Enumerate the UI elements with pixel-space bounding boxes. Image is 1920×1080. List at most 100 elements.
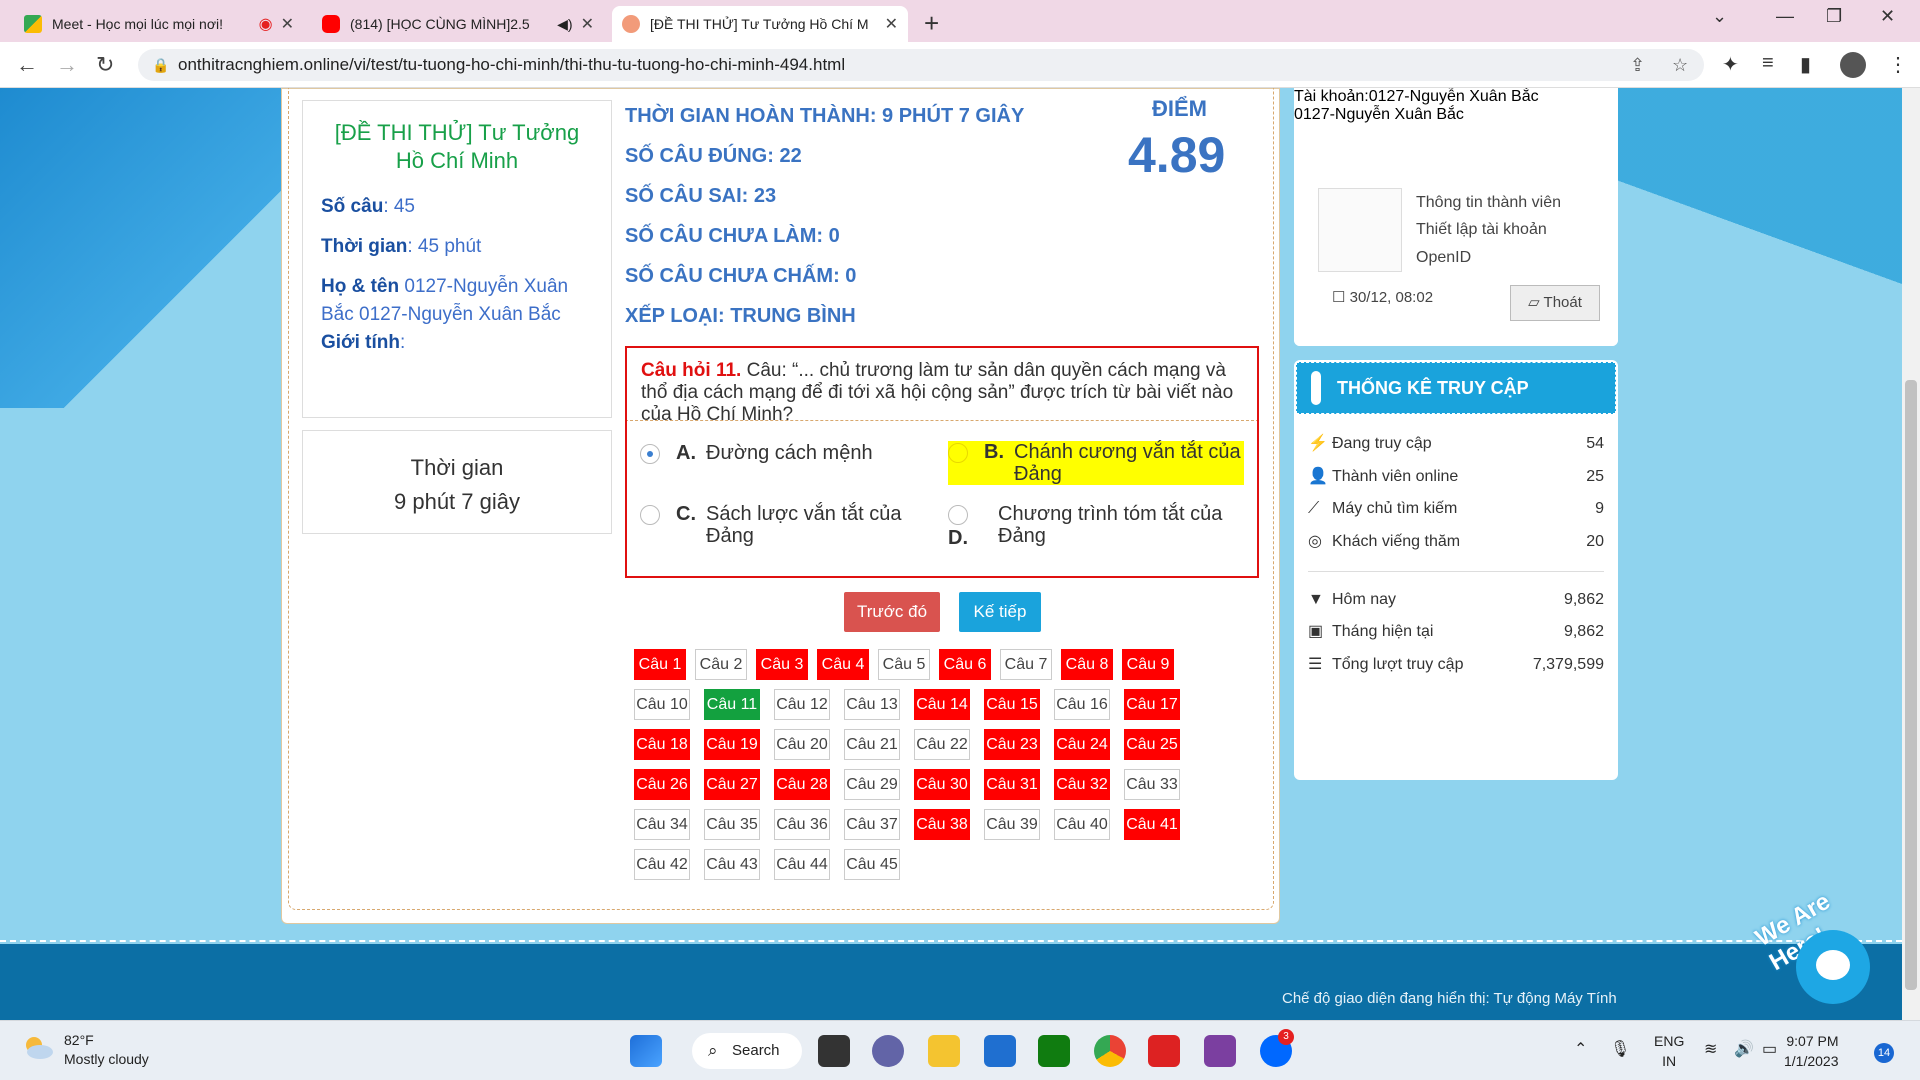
audio-icon[interactable]: ◀) bbox=[557, 16, 572, 33]
question-9-button[interactable]: Câu 9 bbox=[1122, 649, 1174, 680]
question-6-button[interactable]: Câu 6 bbox=[939, 649, 991, 680]
question-24-button[interactable]: Câu 24 bbox=[1054, 729, 1110, 760]
question-42-button[interactable]: Câu 42 bbox=[634, 849, 690, 880]
option-a[interactable]: A. Đường cách mệnh bbox=[640, 442, 930, 464]
radio-selected[interactable] bbox=[640, 444, 660, 464]
question-27-button[interactable]: Câu 27 bbox=[704, 769, 760, 800]
notification-badge[interactable]: 14 bbox=[1874, 1043, 1894, 1063]
wps-icon[interactable] bbox=[1148, 1035, 1180, 1067]
option-c[interactable]: C. Sách lược vắn tắt của Đảng bbox=[640, 503, 930, 547]
question-10-button[interactable]: Câu 10 bbox=[634, 689, 690, 720]
question-33-button[interactable]: Câu 33 bbox=[1124, 769, 1180, 800]
scrollbar-thumb[interactable] bbox=[1905, 380, 1917, 990]
member-info-link[interactable]: Thông tin thành viên bbox=[1416, 194, 1561, 212]
question-39-button[interactable]: Câu 39 bbox=[984, 809, 1040, 840]
new-tab-icon[interactable]: + bbox=[924, 8, 939, 39]
microphone-icon[interactable]: 🎙 bbox=[1610, 1039, 1630, 1059]
close-icon[interactable]: ✕ bbox=[281, 14, 294, 34]
start-icon[interactable] bbox=[630, 1035, 662, 1067]
question-1-button[interactable]: Câu 1 bbox=[634, 649, 686, 680]
show-hidden-icons[interactable]: ⌃ bbox=[1574, 1039, 1587, 1059]
question-36-button[interactable]: Câu 36 bbox=[774, 809, 830, 840]
question-21-button[interactable]: Câu 21 bbox=[844, 729, 900, 760]
chat-app-icon[interactable] bbox=[872, 1035, 904, 1067]
question-35-button[interactable]: Câu 35 bbox=[704, 809, 760, 840]
question-37-button[interactable]: Câu 37 bbox=[844, 809, 900, 840]
wifi-icon[interactable]: ≋ bbox=[1704, 1039, 1717, 1059]
question-32-button[interactable]: Câu 32 bbox=[1054, 769, 1110, 800]
question-31-button[interactable]: Câu 31 bbox=[984, 769, 1040, 800]
question-22-button[interactable]: Câu 22 bbox=[914, 729, 970, 760]
question-29-button[interactable]: Câu 29 bbox=[844, 769, 900, 800]
forward-icon[interactable]: → bbox=[56, 52, 78, 78]
chat-button[interactable] bbox=[1796, 930, 1870, 1004]
question-40-button[interactable]: Câu 40 bbox=[1054, 809, 1110, 840]
task-view-icon[interactable] bbox=[818, 1035, 850, 1067]
question-16-button[interactable]: Câu 16 bbox=[1054, 689, 1110, 720]
language-indicator[interactable]: ENG IN bbox=[1654, 1031, 1684, 1071]
logout-button[interactable]: ▱ Thoát bbox=[1510, 285, 1600, 321]
question-44-button[interactable]: Câu 44 bbox=[774, 849, 830, 880]
media-icon[interactable]: ≡ bbox=[1762, 52, 1774, 75]
next-button[interactable]: Kế tiếp bbox=[959, 592, 1041, 632]
tab-exam[interactable]: [ĐỀ THI THỬ] Tư Tưởng Hồ Chí M ✕ bbox=[612, 6, 908, 42]
file-explorer-icon[interactable] bbox=[928, 1035, 960, 1067]
question-3-button[interactable]: Câu 3 bbox=[756, 649, 808, 680]
option-b[interactable]: B. Chánh cương vắn tắt của Đảng bbox=[948, 441, 1244, 485]
volume-icon[interactable]: 🔊 bbox=[1734, 1039, 1754, 1059]
share-icon[interactable]: ⇪ bbox=[1630, 49, 1645, 81]
question-7-button[interactable]: Câu 7 bbox=[1000, 649, 1052, 680]
weather-widget[interactable]: 82°F Mostly cloudy bbox=[20, 1031, 149, 1069]
question-8-button[interactable]: Câu 8 bbox=[1061, 649, 1113, 680]
menu-icon[interactable]: ⋮ bbox=[1888, 52, 1908, 77]
mail-icon[interactable] bbox=[984, 1035, 1016, 1067]
question-38-button[interactable]: Câu 38 bbox=[914, 809, 970, 840]
chrome-icon[interactable] bbox=[1094, 1035, 1126, 1067]
clock[interactable]: 9:07 PM 1/1/2023 bbox=[1784, 1031, 1839, 1071]
extensions-icon[interactable]: ✦ bbox=[1722, 52, 1739, 77]
question-19-button[interactable]: Câu 19 bbox=[704, 729, 760, 760]
close-icon[interactable]: ✕ bbox=[885, 14, 898, 34]
question-15-button[interactable]: Câu 15 bbox=[984, 689, 1040, 720]
question-41-button[interactable]: Câu 41 bbox=[1124, 809, 1180, 840]
openid-link[interactable]: OpenID bbox=[1416, 249, 1471, 267]
tab-youtube[interactable]: (814) [HỌC CÙNG MÌNH]2.5 ◀) ✕ bbox=[312, 6, 604, 42]
minimize-icon[interactable]: — bbox=[1776, 6, 1794, 27]
tab-search-icon[interactable]: ⌄ bbox=[1712, 6, 1727, 27]
question-34-button[interactable]: Câu 34 bbox=[634, 809, 690, 840]
question-43-button[interactable]: Câu 43 bbox=[704, 849, 760, 880]
question-20-button[interactable]: Câu 20 bbox=[774, 729, 830, 760]
address-bar[interactable]: 🔒 onthitracnghiem.online/vi/test/tu-tuon… bbox=[138, 49, 1704, 81]
question-23-button[interactable]: Câu 23 bbox=[984, 729, 1040, 760]
question-2-button[interactable]: Câu 2 bbox=[695, 649, 747, 680]
battery-icon[interactable]: ▭ bbox=[1762, 1039, 1777, 1059]
question-28-button[interactable]: Câu 28 bbox=[774, 769, 830, 800]
app-icon[interactable] bbox=[1204, 1035, 1236, 1067]
question-12-button[interactable]: Câu 12 bbox=[774, 689, 830, 720]
side-panel-icon[interactable]: ▮ bbox=[1800, 52, 1811, 77]
close-window-icon[interactable]: ✕ bbox=[1880, 6, 1895, 27]
radio[interactable] bbox=[948, 443, 968, 463]
question-17-button[interactable]: Câu 17 bbox=[1124, 689, 1180, 720]
question-5-button[interactable]: Câu 5 bbox=[878, 649, 930, 680]
back-icon[interactable]: ← bbox=[16, 52, 38, 78]
taskbar-search[interactable]: ⌕ Search bbox=[692, 1033, 802, 1069]
question-4-button[interactable]: Câu 4 bbox=[817, 649, 869, 680]
question-26-button[interactable]: Câu 26 bbox=[634, 769, 690, 800]
account-settings-link[interactable]: Thiết lập tài khoản bbox=[1416, 221, 1547, 239]
restore-icon[interactable]: ❐ bbox=[1826, 6, 1842, 27]
question-45-button[interactable]: Câu 45 bbox=[844, 849, 900, 880]
tab-meet[interactable]: Meet - Học mọi lúc mọi nơi! ◉ ✕ bbox=[14, 6, 304, 42]
question-30-button[interactable]: Câu 30 bbox=[914, 769, 970, 800]
bookmark-star-icon[interactable]: ☆ bbox=[1672, 49, 1688, 81]
previous-button[interactable]: Trước đó bbox=[844, 592, 940, 632]
question-18-button[interactable]: Câu 18 bbox=[634, 729, 690, 760]
radio[interactable] bbox=[640, 505, 660, 525]
option-d[interactable]: D. Chương trình tóm tắt của Đảng bbox=[948, 503, 1244, 549]
question-13-button[interactable]: Câu 13 bbox=[844, 689, 900, 720]
question-25-button[interactable]: Câu 25 bbox=[1124, 729, 1180, 760]
question-11-button[interactable]: Câu 11 bbox=[704, 689, 760, 720]
radio[interactable] bbox=[948, 505, 968, 525]
profile-avatar[interactable] bbox=[1840, 52, 1866, 78]
reload-icon[interactable]: ↻ bbox=[96, 52, 114, 78]
